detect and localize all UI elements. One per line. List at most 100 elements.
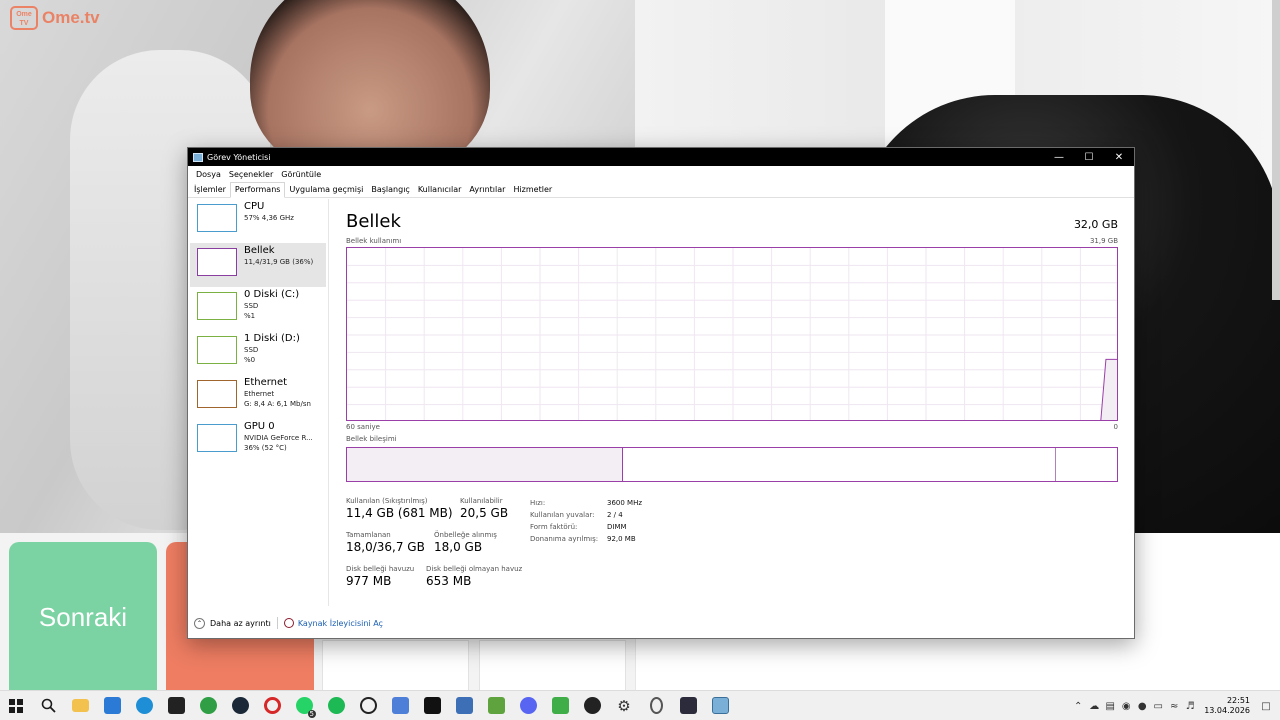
steam-icon[interactable] xyxy=(224,691,256,720)
tab-app-history[interactable]: Uygulama geçmişi xyxy=(285,183,367,197)
obs-icon[interactable] xyxy=(576,691,608,720)
tab-services[interactable]: Hizmetler xyxy=(509,183,556,197)
tab-users[interactable]: Kullanıcılar xyxy=(414,183,466,197)
memory-usage-series xyxy=(1100,358,1117,420)
stat-value: 18,0 GB xyxy=(434,540,483,554)
sidebar-item-detail: SSD xyxy=(244,346,259,354)
fewer-details-link[interactable]: Daha az ayrıntı xyxy=(210,619,271,628)
stat-paged-pool: Disk belleği havuzu 977 MB xyxy=(346,565,414,588)
sidebar-item-disk-c[interactable]: 0 Diski (C:) SSD %1 xyxy=(190,287,326,331)
sidebar-item-memory[interactable]: Bellek 11,4/31,9 GB (36%) xyxy=(190,243,326,287)
disk-d-mini-graph xyxy=(197,336,237,364)
minecraft-icon[interactable] xyxy=(480,691,512,720)
tab-details[interactable]: Ayrıntılar xyxy=(465,183,509,197)
sidebar-item-detail: Ethernet xyxy=(244,390,275,398)
composition-label: Bellek bileşimi xyxy=(346,435,397,443)
settings-icon[interactable]: ⚙ xyxy=(608,691,640,720)
calculator-icon[interactable] xyxy=(448,691,480,720)
capcut-icon[interactable] xyxy=(416,691,448,720)
epic-games-icon[interactable] xyxy=(160,691,192,720)
menu-file[interactable]: Dosya xyxy=(192,170,225,179)
search-icon[interactable] xyxy=(32,691,64,720)
chevron-up-icon[interactable]: ⌃ xyxy=(1070,701,1086,712)
app-dark-icon[interactable] xyxy=(672,691,704,720)
stat-key: Disk belleği havuzu xyxy=(346,565,415,573)
stat-key: Kullanılan (Sıkıştırılmış) xyxy=(346,497,428,505)
footer-divider xyxy=(276,617,278,629)
stat-key: Kullanılabilir xyxy=(460,497,503,505)
chatgpt-icon[interactable] xyxy=(352,691,384,720)
task-manager-taskbar-icon[interactable] xyxy=(704,691,736,720)
prop-value: 92,0 MB xyxy=(607,535,636,543)
volume-icon[interactable]: ♬ xyxy=(1182,701,1198,712)
next-button[interactable]: Sonraki xyxy=(9,542,157,690)
onedrive-icon[interactable]: ☁ xyxy=(1086,701,1102,712)
close-icon[interactable]: ✕ xyxy=(1104,148,1134,166)
menu-view[interactable]: Görüntüle xyxy=(277,170,325,179)
clock[interactable]: 22:51 13.04.2026 xyxy=(1198,696,1258,716)
maximize-icon[interactable]: ☐ xyxy=(1074,148,1104,166)
stat-value: 977 MB xyxy=(346,574,392,588)
app-green-icon[interactable] xyxy=(544,691,576,720)
page-scrollbar[interactable] xyxy=(1272,0,1280,300)
open-resource-monitor-link[interactable]: Kaynak İzleyicisini Aç xyxy=(298,619,383,628)
sidebar-item-detail: 57% 4,36 GHz xyxy=(244,214,294,222)
microphone-icon[interactable]: ● xyxy=(1134,701,1150,712)
clock-time: 22:51 xyxy=(1226,696,1250,705)
stat-value: 20,5 GB xyxy=(460,506,509,520)
ome-logo: Ome TV Ome.tv xyxy=(10,6,100,30)
opera-icon[interactable] xyxy=(256,691,288,720)
prop-value: DIMM xyxy=(607,523,627,531)
option-card[interactable] xyxy=(479,640,626,690)
sidebar-item-label: 0 Diski (C:) xyxy=(244,289,300,300)
task-manager-window: Görev Yöneticisi — ☐ ✕ Dosya Seçenekler … xyxy=(187,147,1135,639)
stat-key: Disk belleği olmayan havuz xyxy=(426,565,523,573)
app-white-icon[interactable] xyxy=(640,691,672,720)
disk-c-mini-graph xyxy=(197,292,237,320)
gpu-mini-graph xyxy=(197,424,237,452)
sidebar-item-gpu[interactable]: GPU 0 NVIDIA GeForce R... 36% (52 °C) xyxy=(190,419,326,463)
tab-bar: İşlemler Performans Uygulama geçmişi Baş… xyxy=(188,182,1134,198)
battery-icon[interactable]: ▭ xyxy=(1150,701,1166,712)
usage-graph-label: Bellek kullanımı xyxy=(346,237,402,245)
sidebar-item-cpu[interactable]: CPU 57% 4,36 GHz xyxy=(190,199,326,243)
app-blue-icon[interactable] xyxy=(384,691,416,720)
camera-icon[interactable]: ◉ xyxy=(1118,701,1134,712)
store-icon[interactable] xyxy=(96,691,128,720)
page-title: Bellek xyxy=(346,211,401,232)
stat-in-use: Kullanılan (Sıkıştırılmış) 11,4 GB (681 … xyxy=(346,497,453,520)
chevron-up-icon[interactable]: ⌃ xyxy=(194,617,205,629)
menu-options[interactable]: Seçenekler xyxy=(225,170,277,179)
stat-key: Tamamlanan xyxy=(346,531,391,539)
usage-graph-max: 31,9 GB xyxy=(1089,237,1118,245)
notification-icon[interactable]: □ xyxy=(1258,701,1274,712)
tab-processes[interactable]: İşlemler xyxy=(190,183,230,197)
wifi-icon[interactable]: ≈ xyxy=(1166,701,1182,712)
tab-performance[interactable]: Performans xyxy=(229,182,286,198)
xbox-icon[interactable] xyxy=(192,691,224,720)
window-title: Görev Yöneticisi xyxy=(207,152,271,162)
sidebar-item-ethernet[interactable]: Ethernet Ethernet G: 8,4 A: 6,1 Mb/sn xyxy=(190,375,326,419)
sidebar-item-detail: 11,4/31,9 GB (36%) xyxy=(244,258,314,266)
sidebar-item-detail: NVIDIA GeForce R... xyxy=(244,434,313,442)
sidebar-item-label: CPU xyxy=(244,201,265,212)
composition-standby-boundary xyxy=(1055,448,1057,481)
system-tray: ⌃ ☁ ▤ ◉ ● ▭ ≈ ♬ 22:51 13.04.2026 □ xyxy=(1070,691,1280,720)
minimize-icon[interactable]: — xyxy=(1044,148,1074,166)
sidebar-item-label: 1 Diski (D:) xyxy=(244,333,300,344)
edge-icon[interactable] xyxy=(128,691,160,720)
menu-bar: Dosya Seçenekler Görüntüle xyxy=(188,166,1134,182)
discord-icon[interactable] xyxy=(512,691,544,720)
option-card[interactable] xyxy=(322,640,469,690)
file-explorer-icon[interactable] xyxy=(64,691,96,720)
title-bar[interactable]: Görev Yöneticisi — ☐ ✕ xyxy=(188,148,1134,166)
graph-time-left: 60 saniye xyxy=(346,423,380,431)
prop-key: Donanıma ayrılmış: xyxy=(530,535,599,543)
spotify-icon[interactable] xyxy=(320,691,352,720)
sidebar-item-disk-d[interactable]: 1 Diski (D:) SSD %0 xyxy=(190,331,326,375)
network-tray-icon[interactable]: ▤ xyxy=(1102,701,1118,712)
tab-startup[interactable]: Başlangıç xyxy=(367,183,413,197)
whatsapp-icon[interactable]: 5 xyxy=(288,691,320,720)
graph-time-right: 0 xyxy=(1113,423,1118,431)
windows-start-icon[interactable] xyxy=(0,691,32,720)
